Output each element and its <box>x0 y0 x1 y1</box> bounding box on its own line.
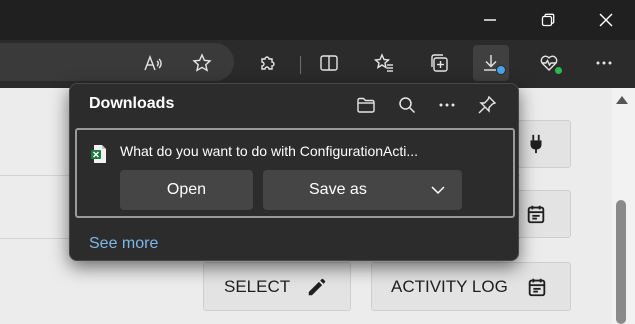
title-bar <box>0 0 635 40</box>
download-prompt-text: What do you want to do with Configuratio… <box>120 143 419 159</box>
read-aloud-icon <box>144 55 162 71</box>
open-downloads-folder-button[interactable] <box>351 90 381 120</box>
toolbar-divider <box>300 56 301 74</box>
scroll-up-arrow-icon[interactable] <box>616 96 628 104</box>
folder-icon <box>357 97 375 113</box>
pin-icon <box>478 95 497 114</box>
browser-toolbar <box>0 40 635 88</box>
downloads-more-options-button[interactable] <box>432 90 462 120</box>
favorite-star-button[interactable] <box>184 45 220 81</box>
split-screen-icon <box>320 55 338 71</box>
calendar-icon <box>527 205 544 224</box>
split-screen-button[interactable] <box>311 45 347 81</box>
read-aloud-button[interactable] <box>135 45 171 81</box>
chevron-down-icon[interactable] <box>430 182 446 198</box>
plug-icon <box>530 134 541 154</box>
more-icon <box>596 61 612 65</box>
downloads-button[interactable] <box>473 45 509 81</box>
activity-log-button-label: ACTIVITY LOG <box>391 276 508 296</box>
collections-icon <box>431 54 448 72</box>
puzzle-icon <box>261 56 275 70</box>
see-more-link[interactable]: See more <box>89 235 158 253</box>
select-button[interactable]: SELECT <box>203 262 351 311</box>
save-as-button[interactable]: Save as <box>263 170 462 210</box>
pencil-icon <box>308 278 326 296</box>
excel-file-icon <box>91 145 106 163</box>
downloads-title: Downloads <box>89 95 175 112</box>
extensions-button[interactable] <box>250 45 286 81</box>
select-button-label: SELECT <box>224 276 291 296</box>
star-icon <box>192 53 212 72</box>
search-icon <box>399 97 416 114</box>
restore-button[interactable] <box>528 6 568 34</box>
download-item[interactable]: What do you want to do with Configuratio… <box>75 128 515 218</box>
activity-log-button[interactable]: ACTIVITY LOG <box>371 262 571 311</box>
calendar-icon <box>528 278 546 297</box>
browser-essentials-button[interactable] <box>531 45 567 81</box>
download-badge <box>496 65 506 75</box>
scrollbar-thumb[interactable] <box>616 200 626 324</box>
close-icon <box>599 13 613 27</box>
pin-downloads-button[interactable] <box>472 90 502 120</box>
settings-more-button[interactable] <box>586 45 622 81</box>
open-button-label: Open <box>166 181 207 198</box>
close-window-button[interactable] <box>586 6 626 34</box>
favorites-button[interactable] <box>366 45 402 81</box>
status-dot <box>555 67 562 74</box>
more-icon <box>439 103 455 107</box>
open-button[interactable]: Open <box>120 170 253 210</box>
favorites-list-icon <box>374 53 393 72</box>
downloads-flyout: Downloads What do you want to do with Co… <box>69 83 519 261</box>
minimize-button[interactable] <box>470 6 510 34</box>
restore-icon <box>541 13 555 27</box>
search-downloads-button[interactable] <box>392 90 422 120</box>
save-as-button-label: Save as <box>309 181 367 198</box>
collections-button[interactable] <box>421 45 457 81</box>
minimize-icon <box>484 19 496 21</box>
